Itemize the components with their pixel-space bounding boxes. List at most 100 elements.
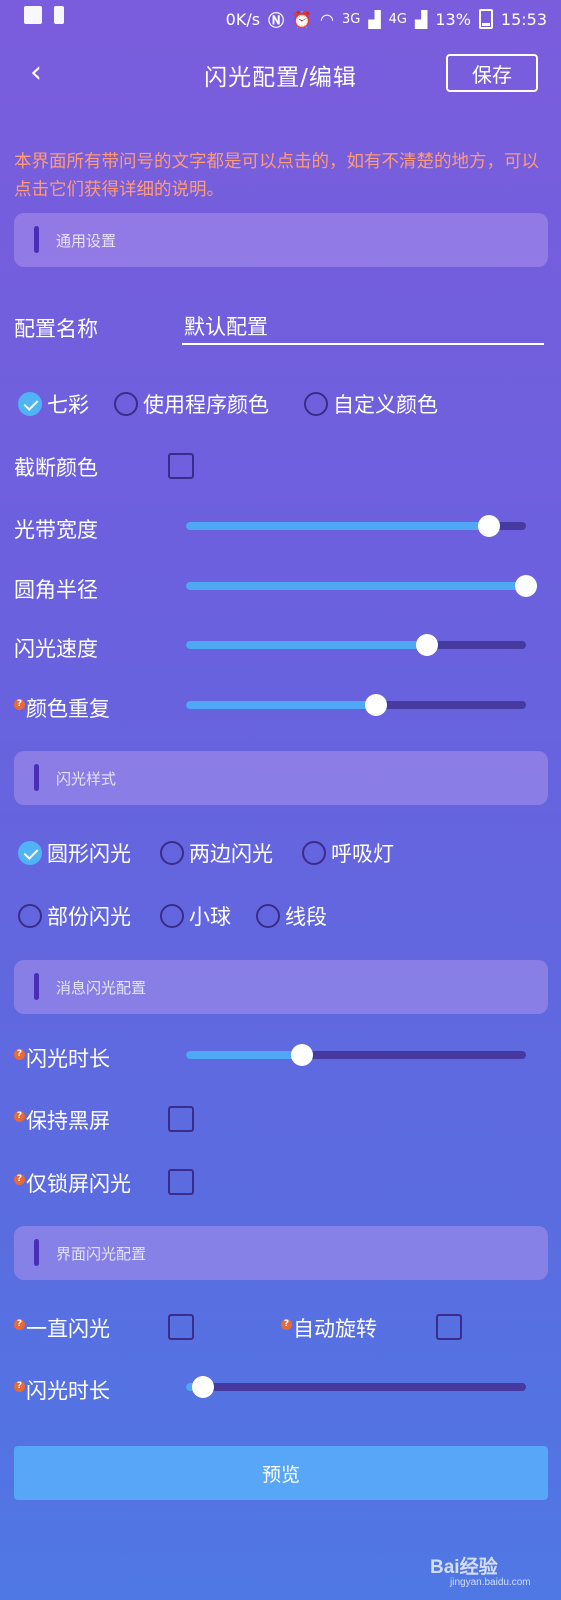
signal-4g-label: 4G	[388, 11, 408, 27]
ui-duration-slider[interactable]	[186, 1376, 526, 1398]
slider-thumb[interactable]	[192, 1376, 214, 1398]
ui-duration-label[interactable]: ? 闪光时长	[14, 1375, 110, 1405]
radio-label: 呼吸灯	[331, 842, 394, 866]
truncate-color-label: 截断颜色	[14, 456, 98, 480]
slider-fill	[186, 522, 489, 530]
preview-button[interactable]: 预览	[14, 1446, 548, 1500]
section-style: 闪光样式	[14, 751, 548, 805]
radio-line-segment[interactable]: 线段	[256, 901, 327, 931]
color-repeat-text: 颜色重复	[26, 697, 110, 721]
help-icon: ?	[14, 1049, 25, 1060]
slider-thumb[interactable]	[365, 694, 388, 716]
message-duration-label[interactable]: ? 闪光时长	[14, 1043, 110, 1073]
radio-circle-flash[interactable]: 圆形闪光	[18, 838, 131, 868]
radio-unchecked-icon	[160, 841, 184, 865]
slider-thumb[interactable]	[477, 515, 500, 537]
band-width-label: 光带宽度	[14, 518, 98, 542]
always-flash-text: 一直闪光	[26, 1317, 110, 1341]
help-icon: ?	[14, 1381, 25, 1392]
help-icon: ?	[14, 699, 25, 710]
ui-duration-text: 闪光时长	[26, 1379, 110, 1403]
radio-rainbow[interactable]: 七彩	[18, 389, 89, 419]
help-icon: ?	[281, 1319, 292, 1330]
radio-custom-color[interactable]: 自定义颜色	[304, 389, 438, 419]
color-repeat-label[interactable]: ? 颜色重复	[14, 693, 110, 723]
flash-speed-label: 闪光速度	[14, 637, 98, 661]
keep-black-text: 保持黑屏	[26, 1109, 110, 1133]
lock-only-checkbox[interactable]	[168, 1169, 194, 1195]
radio-label: 使用程序颜色	[143, 393, 269, 417]
alert-icon	[54, 6, 64, 24]
radio-unchecked-icon	[304, 392, 328, 416]
radio-checked-icon	[18, 392, 42, 416]
watermark: Bai经验 jingyan.baidu.com	[430, 1552, 531, 1588]
clock: 15:53	[500, 9, 547, 29]
color-repeat-slider[interactable]	[186, 694, 526, 716]
section-marker	[34, 1239, 39, 1266]
lock-only-text: 仅锁屏闪光	[26, 1172, 131, 1196]
slider-thumb[interactable]	[515, 575, 537, 597]
section-message-label: 消息闪光配置	[56, 979, 147, 997]
section-marker	[34, 226, 39, 253]
band-width-slider[interactable]	[186, 515, 526, 537]
flash-speed-slider[interactable]	[186, 634, 526, 656]
radio-two-side-flash[interactable]: 两边闪光	[160, 838, 273, 868]
watermark-url: jingyan.baidu.com	[450, 1577, 531, 1588]
battery-icon	[478, 9, 493, 29]
radio-label: 圆形闪光	[47, 842, 131, 866]
save-button[interactable]: 保存	[446, 54, 538, 92]
slider-thumb[interactable]	[290, 1044, 313, 1066]
slider-thumb[interactable]	[416, 634, 439, 656]
signal-3g-label: 3G	[341, 11, 361, 27]
status-bar: 0K/s Ⓝ ⏰ ◠ 3G ▟ 4G ▟ 13% 15:53	[0, 0, 561, 34]
radio-checked-icon	[18, 841, 42, 865]
section-marker	[34, 973, 39, 1000]
lock-only-label[interactable]: ? 仅锁屏闪光	[14, 1168, 131, 1198]
radio-unchecked-icon	[160, 904, 184, 928]
back-icon[interactable]: ‹	[30, 58, 60, 88]
radio-unchecked-icon	[18, 904, 42, 928]
section-general-label: 通用设置	[56, 232, 117, 250]
section-style-label: 闪光样式	[56, 770, 117, 788]
radio-app-color[interactable]: 使用程序颜色	[114, 389, 269, 419]
config-name-label: 配置名称	[14, 317, 98, 341]
radio-unchecked-icon	[302, 841, 326, 865]
help-notice: 本界面所有带问号的文字都是可以点击的，如有不清楚的地方，可以点击它们获得详细的说…	[14, 152, 539, 200]
always-flash-checkbox[interactable]	[168, 1314, 194, 1340]
section-ui: 界面闪光配置	[14, 1226, 548, 1280]
slider-fill	[186, 641, 428, 649]
radio-breathing-light[interactable]: 呼吸灯	[302, 838, 394, 868]
truncate-color-checkbox[interactable]	[168, 453, 194, 479]
radio-label: 小球	[189, 905, 231, 929]
auto-rotate-text: 自动旋转	[293, 1317, 377, 1341]
signal-icon: ▟	[415, 9, 428, 29]
slider-fill	[186, 582, 526, 590]
message-duration-slider[interactable]	[186, 1044, 526, 1066]
radio-label: 七彩	[47, 393, 89, 417]
battery-percent: 13%	[435, 9, 471, 29]
slider-fill	[186, 1051, 302, 1059]
help-icon: ?	[14, 1111, 25, 1122]
auto-rotate-checkbox[interactable]	[436, 1314, 462, 1340]
status-left	[24, 6, 64, 24]
auto-rotate-label[interactable]: ? 自动旋转	[281, 1313, 377, 1343]
gallery-icon	[24, 6, 42, 24]
always-flash-label[interactable]: ? 一直闪光	[14, 1313, 110, 1343]
corner-radius-slider[interactable]	[186, 575, 537, 597]
radio-partial-flash[interactable]: 部份闪光	[18, 901, 131, 931]
radio-small-ball[interactable]: 小球	[160, 901, 231, 931]
nfc-icon: Ⓝ	[268, 11, 285, 30]
slider-fill	[186, 701, 377, 709]
message-duration-text: 闪光时长	[26, 1047, 110, 1071]
section-ui-label: 界面闪光配置	[56, 1245, 147, 1263]
radio-label: 线段	[285, 905, 327, 929]
status-right: 0K/s Ⓝ ⏰ ◠ 3G ▟ 4G ▟ 13% 15:53	[226, 7, 547, 31]
radio-label: 部份闪光	[47, 905, 131, 929]
signal-icon: ▟	[368, 9, 381, 29]
keep-black-checkbox[interactable]	[168, 1106, 194, 1132]
config-name-input[interactable]	[182, 309, 544, 345]
section-marker	[34, 764, 39, 791]
watermark-brand: Bai经验	[430, 1557, 498, 1578]
radio-unchecked-icon	[114, 392, 138, 416]
keep-black-label[interactable]: ? 保持黑屏	[14, 1105, 110, 1135]
